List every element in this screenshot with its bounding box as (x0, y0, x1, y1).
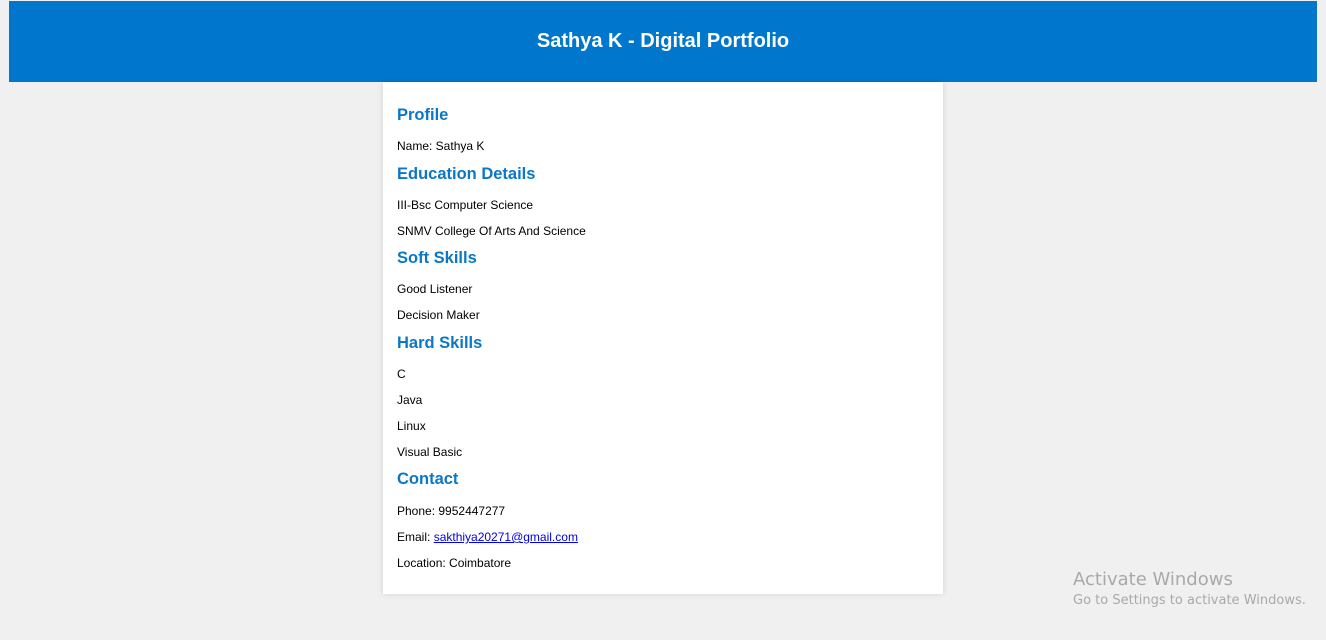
hard-skill-item: Visual Basic (397, 445, 463, 459)
soft-skill-item: Decision Maker (397, 308, 480, 322)
page-header: Sathya K - Digital Portfolio (9, 1, 1317, 82)
hard-skill-item: Java (397, 393, 423, 407)
hard-skill-item: Linux (397, 419, 426, 433)
watermark-subtitle: Go to Settings to activate Windows. (1073, 593, 1306, 608)
email-link[interactable]: sakthiya20271@gmail.com (434, 530, 578, 544)
contact-heading: Contact (397, 470, 459, 488)
education-item: SNMV College Of Arts And Science (397, 224, 586, 238)
page-title: Sathya K - Digital Portfolio (536, 30, 790, 52)
contact-location: Location: Coimbatore (397, 556, 512, 570)
contact-email-row: Email: sakthiya20271@gmail.com (397, 530, 578, 544)
activate-windows-watermark: Activate Windows Go to Settings to activ… (1073, 569, 1306, 611)
soft-skills-heading: Soft Skills (397, 249, 477, 267)
profile-name: Name: Sathya K (397, 139, 485, 153)
soft-skill-item: Good Listener (397, 282, 473, 296)
education-heading: Education Details (397, 165, 536, 183)
profile-heading: Profile (397, 106, 449, 124)
education-item: III-Bsc Computer Science (397, 198, 534, 212)
page-viewport: Sathya K - Digital Portfolio Profile Nam… (0, 0, 1326, 640)
hard-skills-heading: Hard Skills (397, 334, 483, 352)
contact-email-label: Email: (397, 530, 434, 544)
portfolio-card: Profile Name: Sathya K Education Details… (383, 82, 943, 594)
watermark-title: Activate Windows (1073, 569, 1233, 590)
contact-phone: Phone: 9952447277 (397, 504, 506, 518)
hard-skill-item: C (397, 367, 406, 381)
